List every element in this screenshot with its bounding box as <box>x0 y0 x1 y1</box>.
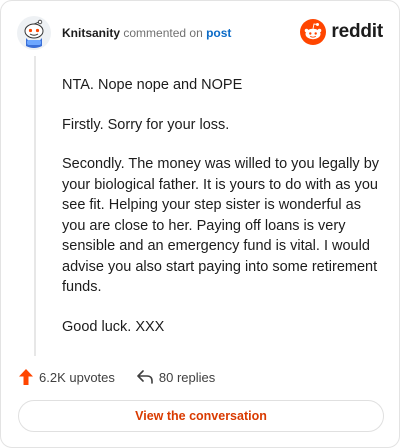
author-name[interactable]: Knitsanity <box>62 26 120 40</box>
comment-paragraph: Good luck. XXX <box>62 318 165 335</box>
reddit-logo-icon <box>300 19 327 45</box>
comment-header: Knitsanity commented on post reddit <box>17 16 383 54</box>
comment-byline: Knitsanity commented on post <box>62 26 231 40</box>
comment-paragraph: Secondly. The money was willed to you le… <box>62 156 380 295</box>
brand-wordmark: reddit <box>331 21 383 42</box>
comment-paragraph: NTA. Nope nope and NOPE <box>62 77 243 93</box>
avatar[interactable] <box>17 16 51 50</box>
upvote-arrow-icon <box>19 369 33 385</box>
reddit-brand[interactable]: reddit <box>300 18 383 46</box>
embedded-comment-card: Knitsanity commented on post reddit NTA.… <box>0 0 400 448</box>
post-link[interactable]: post <box>206 26 231 40</box>
reply-count: 80 replies <box>158 369 216 385</box>
comment-paragraph: Firstly. Sorry for your loss. <box>62 116 230 133</box>
thread-line <box>34 56 36 356</box>
comment-body: NTA. Nope nope and NOPE Firstly. Sorry f… <box>62 75 384 356</box>
reply-arrow-icon <box>137 370 153 384</box>
upvote-count: 6.2K upvotes <box>39 369 115 385</box>
reply-button[interactable]: 80 replies <box>137 370 215 385</box>
upvote-button[interactable]: 6.2K upvotes <box>19 369 115 385</box>
comment-actions: 6.2K upvotes 80 replies <box>19 367 237 387</box>
view-conversation-button[interactable]: View the conversation <box>18 400 384 432</box>
action-text: commented on <box>123 26 203 40</box>
